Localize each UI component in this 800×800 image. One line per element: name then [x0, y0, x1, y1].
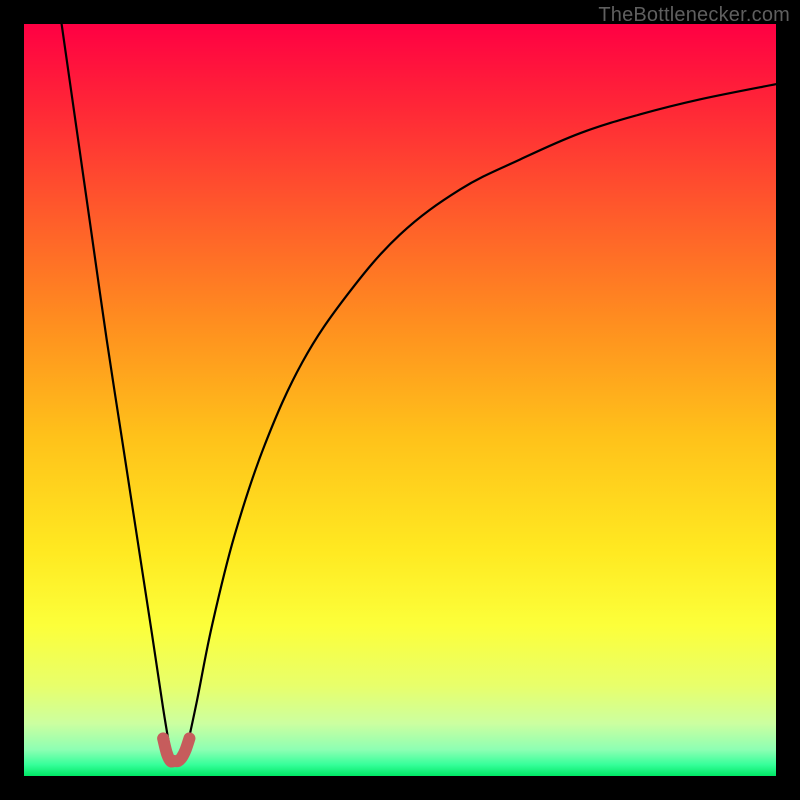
chart-frame: TheBottlenecker.com — [0, 0, 800, 800]
plot-area — [24, 24, 776, 776]
gradient-background — [24, 24, 776, 776]
chart-svg — [24, 24, 776, 776]
